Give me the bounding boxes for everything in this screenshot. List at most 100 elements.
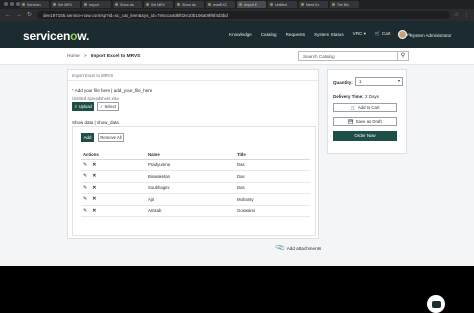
upload-icon: ⇧ [74, 104, 78, 109]
delete-icon[interactable]: ✕ [92, 208, 96, 214]
edit-icon[interactable]: ✎ [83, 185, 87, 191]
nav-item[interactable]: Knowledge [229, 32, 252, 37]
browser-tab[interactable]: Untitled [268, 1, 297, 8]
window-controls [4, 2, 20, 6]
browser-tab[interactable]: Set MRV [144, 1, 173, 8]
table-row: ✎ ✕ Amitab Goswami [81, 205, 310, 217]
save-as-draft-button[interactable]: 💾 Save as Draft [333, 117, 397, 126]
bookmark-icon[interactable]: ☆ [455, 12, 459, 18]
order-panel: Quantity: 1 ▾ Delivery Time: 2 Days 🛒 Add … [327, 69, 407, 154]
search-input[interactable]: Search Catalog [298, 51, 409, 61]
menu-icon[interactable]: ⋮ [464, 12, 469, 18]
breadcrumb-home[interactable]: Home [67, 54, 80, 59]
select-button[interactable]: ✓ Select [97, 102, 119, 111]
tab-favicon-icon [84, 3, 87, 6]
upload-button[interactable]: ⇧ Upload [72, 102, 94, 111]
column-header-actions: Actions [81, 150, 146, 160]
delete-icon[interactable]: ✕ [92, 173, 96, 179]
column-header-name: Name [146, 150, 235, 160]
tab-label: Import [89, 2, 99, 7]
nav-item[interactable]: System Status [314, 32, 344, 37]
table-row: ✎ ✕ Pradyumna Das [81, 159, 310, 171]
row-actions: ✎ ✕ [81, 193, 146, 206]
browser-tab[interactable]: Show da [113, 1, 142, 8]
nav-item[interactable]: Catalog [261, 32, 277, 37]
tab-favicon-icon [239, 3, 242, 6]
add-row-button[interactable]: Add [81, 133, 94, 142]
reload-icon[interactable]: ↻ [27, 12, 32, 18]
cell-name: Pradyumna [146, 159, 235, 171]
browser-tab[interactable]: The Blo [330, 1, 359, 8]
chevron-down-icon: ▾ [397, 78, 400, 83]
servicenow-logo[interactable]: servicenow. [23, 29, 89, 43]
row-actions: ✎ ✕ [81, 182, 146, 194]
order-now-button[interactable]: Order Now [333, 131, 397, 141]
browser-tab[interactable]: Show da [175, 1, 204, 8]
forward-icon[interactable]: → [16, 12, 22, 18]
browser-tab[interactable]: Import E [237, 1, 266, 8]
table-row: ✎ ✕ Ajit Mohanty [81, 193, 310, 206]
browser-address-bar: ← → ↻ dev197155.service-now.com/sp?id=sc… [0, 9, 474, 21]
tab-favicon-icon [208, 3, 211, 6]
cell-title: Goswami [235, 205, 310, 217]
tab-label: Set MRV [58, 2, 72, 7]
cell-title: Das [235, 159, 310, 171]
tab-favicon-icon [332, 3, 335, 6]
tab-favicon-icon [270, 3, 273, 6]
search-icon[interactable]: ⚲ [397, 51, 409, 61]
tab-favicon-icon [301, 3, 304, 6]
breadcrumb-separator: > [83, 54, 87, 59]
mrvs-container: Add Remove All Actions Name Title ✎ ✕ Prad… [72, 126, 316, 236]
catalog-item-form: Import Excel to MRVS * Add your file her… [67, 69, 319, 239]
back-icon[interactable]: ← [5, 12, 11, 18]
attached-file-name[interactable]: Untitled spreadsheet.xlsx [72, 96, 119, 101]
avatar[interactable] [398, 30, 407, 39]
tab-label: Servicen [27, 2, 41, 7]
nav-item[interactable]: 🛒 Cart [375, 31, 391, 37]
url-field[interactable]: dev197155.service-now.com/sp?id=sc_cat_i… [37, 11, 450, 19]
table-row: ✎ ✕ Biswaketan Das [81, 170, 310, 183]
chat-button[interactable] [427, 295, 445, 313]
cell-name: Soubhagini [146, 182, 235, 194]
user-name[interactable]: System Administrator [410, 33, 451, 38]
browser-tab[interactable]: Set MRV [51, 1, 80, 8]
cell-title: Das [235, 182, 310, 194]
divider [68, 80, 318, 81]
delete-icon[interactable]: ✕ [92, 196, 96, 202]
tab-favicon-icon [53, 3, 56, 6]
tab-label: readEXC [213, 2, 228, 7]
cell-title: Mohanty [235, 193, 310, 206]
column-header-title: Title [235, 150, 310, 160]
edit-icon[interactable]: ✎ [83, 196, 87, 202]
edit-icon[interactable]: ✎ [83, 173, 87, 179]
nav-item[interactable]: Requests [286, 32, 305, 37]
browser-tab[interactable]: Need Ex [299, 1, 328, 8]
chat-icon [431, 300, 441, 308]
cell-name: Biswaketan [146, 170, 235, 183]
delete-icon[interactable]: ✕ [92, 185, 96, 191]
remove-all-button[interactable]: Remove All [98, 133, 124, 142]
add-attachments-link[interactable]: 📎 Add attachments [275, 243, 321, 254]
browser-tab-strip: Servicen Set MRV Import Show da Set MRV Show … [0, 0, 474, 9]
attachment-field-label: * Add your file here | add_your_file_her… [72, 88, 153, 93]
tab-favicon-icon [115, 3, 118, 6]
check-icon: ✓ [99, 104, 104, 109]
browser-tab[interactable]: Import [82, 1, 111, 8]
paperclip-icon: 📎 [275, 243, 287, 254]
edit-icon[interactable]: ✎ [83, 208, 87, 214]
cell-name: Amitab [146, 205, 235, 217]
nav-item[interactable]: VRC ▾ [353, 31, 366, 37]
quantity-select[interactable]: 1 ▾ [355, 77, 403, 86]
portal-header: servicenow. Knowledge Catalog Requests Syst… [0, 21, 474, 48]
browser-tab[interactable]: Servicen [20, 1, 49, 8]
browser-tab[interactable]: readEXC [206, 1, 235, 8]
save-icon: 💾 [348, 118, 354, 124]
tab-label: Import E [244, 2, 258, 7]
add-to-cart-button[interactable]: 🛒 Add to Cart [333, 103, 397, 112]
cell-name: Ajit [146, 193, 235, 206]
delete-icon[interactable]: ✕ [92, 162, 96, 168]
row-actions: ✎ ✕ [81, 159, 146, 171]
tab-favicon-icon [22, 3, 25, 6]
edit-icon[interactable]: ✎ [83, 162, 87, 168]
tab-favicon-icon [177, 3, 180, 6]
